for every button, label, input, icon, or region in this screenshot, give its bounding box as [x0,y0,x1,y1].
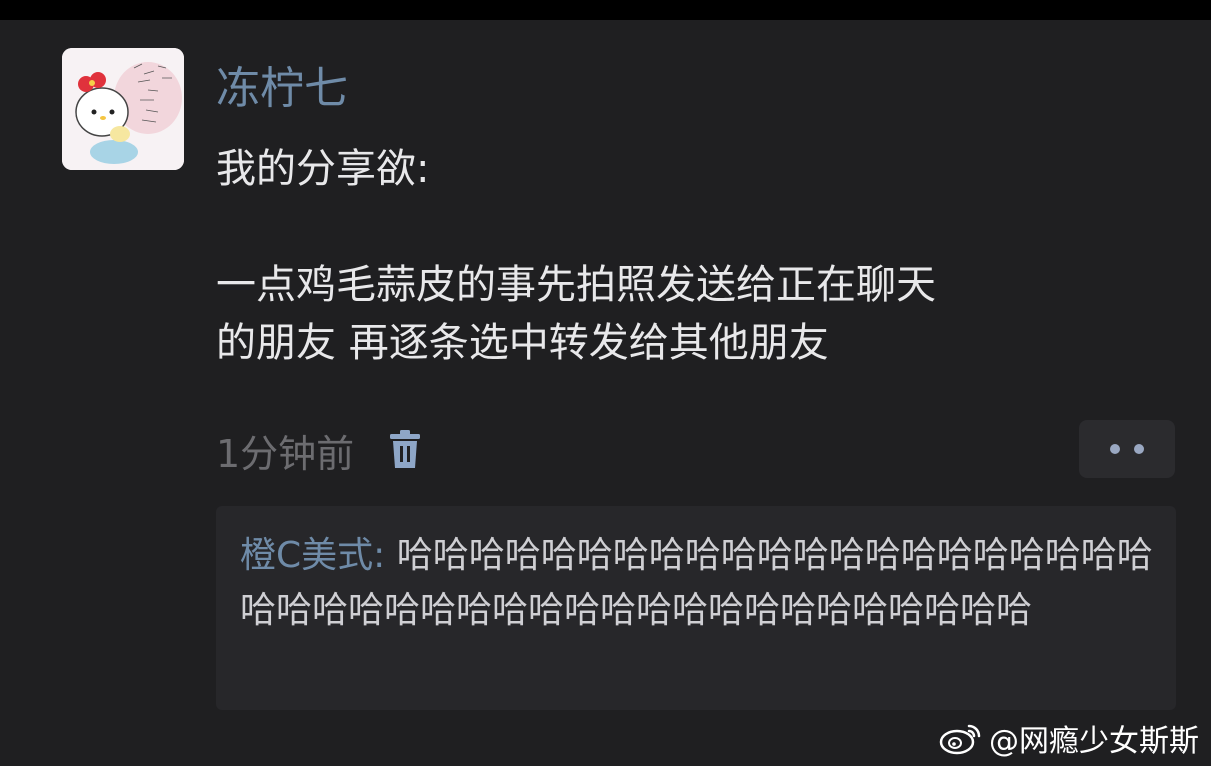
avatar-image [62,48,184,170]
more-dots-icon [1134,444,1144,454]
post-meta: 1分钟前 [216,425,422,476]
post-content-line: 的朋友 再逐条选中转发给其他朋友 [216,320,829,366]
post-content-line: 一点鸡毛蒜皮的事先拍照发送给正在聊天 [216,262,936,308]
comment-author[interactable]: 橙C美式: [240,535,385,576]
hello-kitty-avatar-icon[interactable] [62,48,184,170]
watermark: @网瘾少女斯斯 [939,718,1199,759]
trash-icon[interactable] [388,430,422,470]
post-content: 我的分享欲: 一点鸡毛蒜皮的事先拍照发送给正在聊天 的朋友 再逐条选中转发给其他… [216,140,1166,372]
comment: 橙C美式: 哈哈哈哈哈哈哈哈哈哈哈哈哈哈哈哈哈哈哈哈哈哈哈哈哈哈哈哈哈哈哈哈哈哈… [240,528,1160,638]
more-dots-icon [1110,444,1120,454]
comment-box: 橙C美式: 哈哈哈哈哈哈哈哈哈哈哈哈哈哈哈哈哈哈哈哈哈哈哈哈哈哈哈哈哈哈哈哈哈哈… [216,506,1176,710]
post-content-line: 我的分享欲: [216,146,430,192]
top-bar [0,0,1211,20]
username[interactable]: 冻柠七 [216,62,348,116]
more-options-button[interactable] [1079,420,1175,478]
timestamp: 1分钟前 [216,431,355,476]
weibo-logo-icon [939,724,981,755]
watermark-text: @网瘾少女斯斯 [989,724,1199,759]
